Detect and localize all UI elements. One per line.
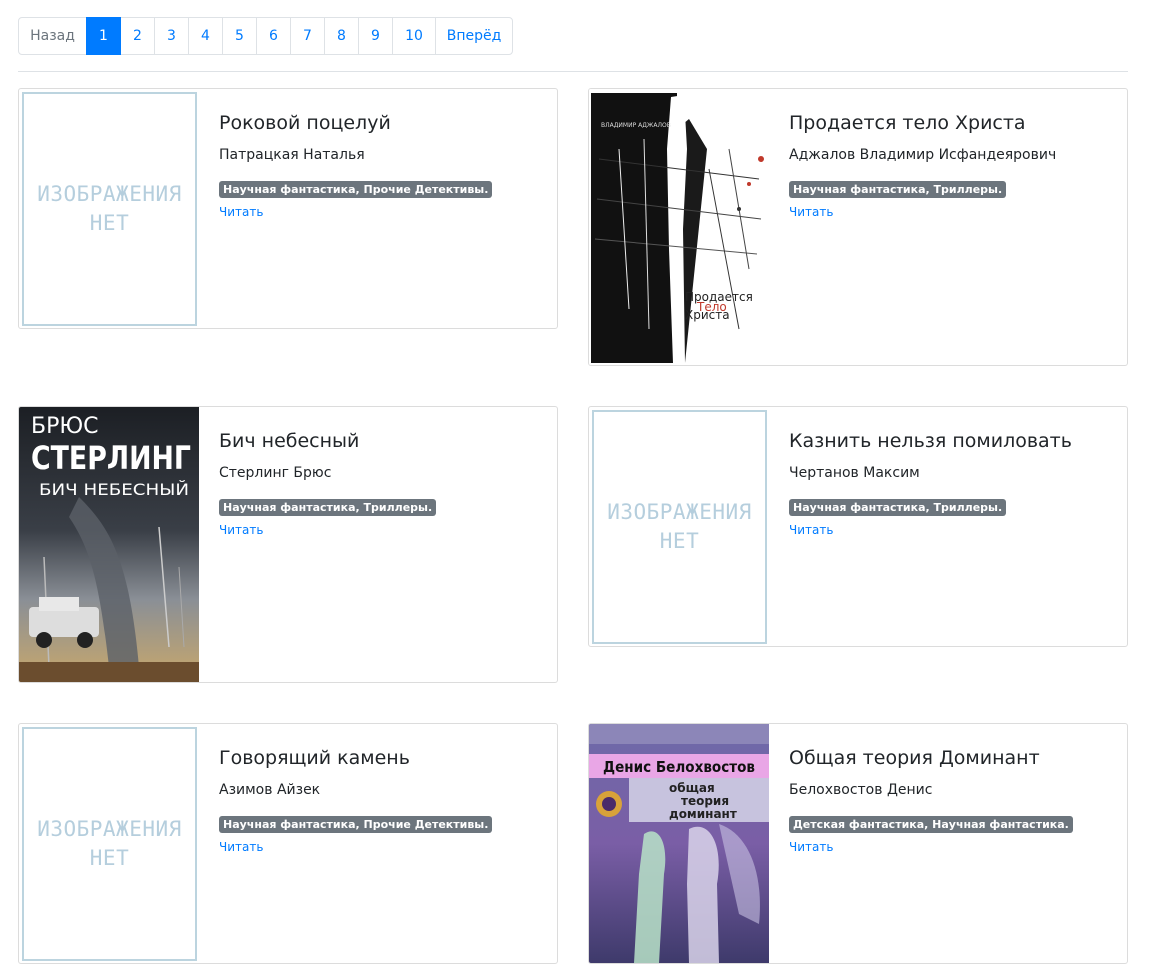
book-info: Казнить нельзя помиловать Чертанов Макси… xyxy=(769,407,1127,646)
genre-badge: Научная фантастика, Триллеры. xyxy=(789,181,1007,198)
read-link[interactable]: Читать xyxy=(789,839,1107,855)
book-cover-art: БРЮС СТЕРЛИНГ БИЧ НЕБЕСНЫЙ xyxy=(19,407,199,682)
page-3-button[interactable]: 3 xyxy=(154,17,189,55)
book-card: ИЗОБРАЖЕНИЯ НЕТ Казнить нельзя помиловат… xyxy=(588,406,1128,647)
book-card: ИЗОБРАЖЕНИЯ НЕТ Роковой поцелуй Патрацка… xyxy=(18,88,558,329)
book-title[interactable]: Продается тело Христа xyxy=(789,110,1107,136)
book-info: Продается тело Христа Аджалов Владимир И… xyxy=(769,89,1127,365)
page-2-button[interactable]: 2 xyxy=(120,17,155,55)
book-title[interactable]: Говорящий камень xyxy=(219,745,537,771)
book-card: ИЗОБРАЖЕНИЯ НЕТ Говорящий камень Азимов … xyxy=(18,723,558,964)
no-image-placeholder: ИЗОБРАЖЕНИЯ НЕТ xyxy=(22,92,197,326)
next-page-button[interactable]: Вперёд xyxy=(435,17,513,55)
genre-badge: Научная фантастика, Прочие Детективы. xyxy=(219,181,493,198)
cover-title-line1: общая xyxy=(669,781,715,795)
page-10-button[interactable]: 10 xyxy=(392,17,436,55)
cover-title-line3: доминант xyxy=(669,807,737,821)
cover-title-line2: теория xyxy=(681,794,729,808)
book-cover-placeholder[interactable]: ИЗОБРАЖЕНИЯ НЕТ xyxy=(19,89,199,328)
page-4-button[interactable]: 4 xyxy=(188,17,223,55)
cover-title-line3: Христа xyxy=(685,308,730,322)
book-title[interactable]: Бич небесный xyxy=(219,428,537,454)
book-cover-image[interactable]: Денис Белохвостов общая теория доминант xyxy=(589,724,769,963)
book-cover-art: ВЛАДИМИР АДЖАЛОВ Продается Тело Христа xyxy=(589,89,769,365)
book-info: Роковой поцелуй Патрацкая Наталья Научна… xyxy=(199,89,557,328)
no-image-placeholder: ИЗОБРАЖЕНИЯ НЕТ xyxy=(22,727,197,961)
book-author[interactable]: Патрацкая Наталья xyxy=(219,145,537,165)
book-card: Денис Белохвостов общая теория доминант … xyxy=(588,723,1128,964)
page-5-button[interactable]: 5 xyxy=(222,17,257,55)
book-cover-art: Денис Белохвостов общая теория доминант xyxy=(589,724,769,963)
placeholder-text-line2: НЕТ xyxy=(659,529,700,553)
divider xyxy=(18,71,1128,72)
book-author[interactable]: Аджалов Владимир Исфандеярович xyxy=(789,145,1107,165)
book-author[interactable]: Белохвостов Денис xyxy=(789,780,1107,800)
book-cover-image[interactable]: ВЛАДИМИР АДЖАЛОВ Продается Тело Христа xyxy=(589,89,769,365)
book-cover-image[interactable]: БРЮС СТЕРЛИНГ БИЧ НЕБЕСНЫЙ xyxy=(19,407,199,682)
page-6-button[interactable]: 6 xyxy=(256,17,291,55)
pagination: Назад 1 2 3 4 5 6 7 8 9 10 Вперёд xyxy=(18,17,513,55)
book-author[interactable]: Стерлинг Брюс xyxy=(219,463,537,483)
book-info: Общая теория Доминант Белохвостов Денис … xyxy=(769,724,1127,963)
read-link[interactable]: Читать xyxy=(789,522,1107,538)
read-link[interactable]: Читать xyxy=(219,839,537,855)
cover-author-text: Денис Белохвостов xyxy=(603,758,755,776)
cover-author-text: ВЛАДИМИР АДЖАЛОВ xyxy=(601,122,671,129)
book-card: ВЛАДИМИР АДЖАЛОВ Продается Тело Христа П… xyxy=(588,88,1128,366)
placeholder-text-line2: НЕТ xyxy=(89,846,130,870)
cover-author-first: БРЮС xyxy=(31,414,98,439)
prev-page-button[interactable]: Назад xyxy=(18,17,87,55)
placeholder-text-line1: ИЗОБРАЖЕНИЯ xyxy=(607,500,752,524)
book-title[interactable]: Казнить нельзя помиловать xyxy=(789,428,1107,454)
cover-title: БИЧ НЕБЕСНЫЙ xyxy=(39,480,189,499)
page-9-button[interactable]: 9 xyxy=(358,17,393,55)
no-image-placeholder: ИЗОБРАЖЕНИЯ НЕТ xyxy=(592,410,767,644)
book-title[interactable]: Роковой поцелуй xyxy=(219,110,537,136)
placeholder-text-line1: ИЗОБРАЖЕНИЯ xyxy=(37,182,182,206)
page-1-button[interactable]: 1 xyxy=(86,17,121,55)
placeholder-text-line2: НЕТ xyxy=(89,211,130,235)
read-link[interactable]: Читать xyxy=(219,204,537,220)
genre-badge: Научная фантастика, Триллеры. xyxy=(219,499,437,516)
book-author[interactable]: Азимов Айзек xyxy=(219,780,537,800)
genre-badge: Детская фантастика, Научная фантастика. xyxy=(789,816,1073,833)
page-8-button[interactable]: 8 xyxy=(324,17,359,55)
book-info: Бич небесный Стерлинг Брюс Научная фанта… xyxy=(199,407,557,682)
genre-badge: Научная фантастика, Прочие Детективы. xyxy=(219,816,493,833)
read-link[interactable]: Читать xyxy=(219,522,537,538)
book-title[interactable]: Общая теория Доминант xyxy=(789,745,1107,771)
book-cover-placeholder[interactable]: ИЗОБРАЖЕНИЯ НЕТ xyxy=(19,724,199,963)
placeholder-text-line1: ИЗОБРАЖЕНИЯ xyxy=(37,817,182,841)
book-card: БРЮС СТЕРЛИНГ БИЧ НЕБЕСНЫЙ Бич небесный … xyxy=(18,406,558,683)
book-author[interactable]: Чертанов Максим xyxy=(789,463,1107,483)
page-7-button[interactable]: 7 xyxy=(290,17,325,55)
read-link[interactable]: Читать xyxy=(789,204,1107,220)
book-info: Говорящий камень Азимов Айзек Научная фа… xyxy=(199,724,557,963)
genre-badge: Научная фантастика, Триллеры. xyxy=(789,499,1007,516)
cover-author-last: СТЕРЛИНГ xyxy=(31,439,191,477)
book-cover-placeholder[interactable]: ИЗОБРАЖЕНИЯ НЕТ xyxy=(589,407,769,646)
